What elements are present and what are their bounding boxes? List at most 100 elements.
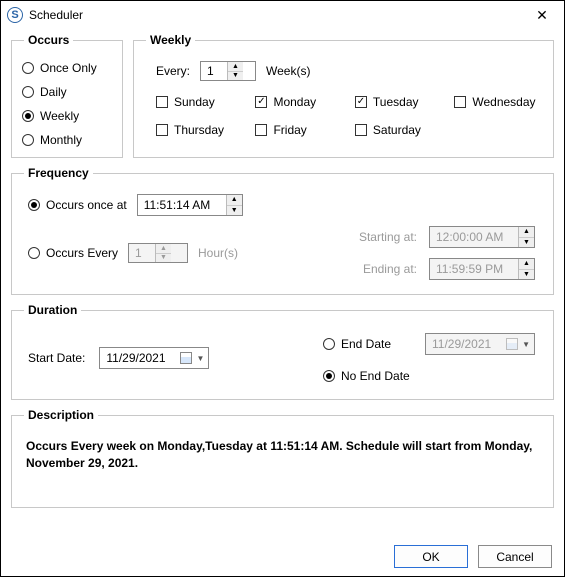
day-wednesday[interactable]: Wednesday xyxy=(454,95,543,109)
end-date-label: End Date xyxy=(341,337,391,351)
occurs-every-value: 1 xyxy=(129,244,155,262)
end-date-option[interactable]: End Date xyxy=(323,337,415,351)
every-weeks-spinner[interactable]: 1 ▲▼ xyxy=(200,61,256,81)
chevron-down-icon: ▼ xyxy=(156,254,171,263)
duration-legend: Duration xyxy=(24,303,81,317)
checkbox-icon xyxy=(156,96,168,108)
spinner-buttons[interactable]: ▲▼ xyxy=(227,62,243,80)
occurs-once-at-label: Occurs once at xyxy=(46,198,127,212)
day-sunday[interactable]: Sunday xyxy=(156,95,243,109)
occurs-daily-label: Daily xyxy=(40,85,67,99)
day-label: Wednesday xyxy=(472,95,535,109)
starting-at-value: 12:00:00 AM xyxy=(430,227,518,247)
occurs-once-time-spinner[interactable]: 11:51:14 AM ▲▼ xyxy=(137,194,243,216)
description-legend: Description xyxy=(24,408,98,422)
day-label: Thursday xyxy=(174,123,224,137)
day-thursday[interactable]: Thursday xyxy=(156,123,243,137)
radio-icon xyxy=(28,247,40,259)
occurs-once-only[interactable]: Once Only xyxy=(22,61,112,75)
start-date-picker[interactable]: 11/29/2021 ▼ xyxy=(99,347,209,369)
description-text: Occurs Every week on Monday,Tuesday at 1… xyxy=(22,432,543,499)
day-label: Monday xyxy=(273,95,316,109)
calendar-icon xyxy=(180,352,192,364)
ok-button[interactable]: OK xyxy=(394,545,468,568)
weekly-legend: Weekly xyxy=(146,33,195,47)
button-bar: OK Cancel xyxy=(394,545,552,568)
frequency-legend: Frequency xyxy=(24,166,93,180)
radio-icon xyxy=(22,86,34,98)
occurs-every-unit: Hour(s) xyxy=(198,246,238,260)
day-label: Sunday xyxy=(174,95,215,109)
frequency-group: Frequency Occurs once at 11:51:14 AM ▲▼ … xyxy=(11,166,554,295)
spinner-buttons: ▲▼ xyxy=(518,259,534,279)
calendar-icon xyxy=(506,338,518,350)
occurs-weekly-label: Weekly xyxy=(40,109,79,123)
occurs-every[interactable]: Occurs Every xyxy=(28,246,118,260)
weekly-group: Weekly Every: 1 ▲▼ Week(s) Sunday Monday… xyxy=(133,33,554,158)
spinner-buttons: ▲▼ xyxy=(518,227,534,247)
title-bar: S Scheduler ✕ xyxy=(1,1,564,27)
start-date-label: Start Date: xyxy=(28,351,85,365)
day-label: Friday xyxy=(273,123,306,137)
chevron-up-icon[interactable]: ▲ xyxy=(228,62,243,72)
radio-icon xyxy=(28,199,40,211)
end-date-value: 11/29/2021 xyxy=(432,337,502,351)
checkbox-icon xyxy=(355,124,367,136)
no-end-date-label: No End Date xyxy=(341,369,410,383)
occurs-every-label: Occurs Every xyxy=(46,246,118,260)
every-label: Every: xyxy=(156,64,190,78)
checkbox-icon xyxy=(255,124,267,136)
weeks-unit-label: Week(s) xyxy=(266,64,310,78)
chevron-down-icon[interactable]: ▼ xyxy=(228,72,243,81)
every-weeks-value: 1 xyxy=(201,62,227,80)
ending-at-value: 11:59:59 PM xyxy=(430,259,518,279)
radio-icon xyxy=(323,370,335,382)
starting-at-spinner: 12:00:00 AM ▲▼ xyxy=(429,226,535,248)
radio-icon xyxy=(22,62,34,74)
occurs-group: Occurs Once Only Daily Weekly Monthly xyxy=(11,33,123,158)
occurs-once-time-value: 11:51:14 AM xyxy=(138,195,226,215)
window-title: Scheduler xyxy=(29,8,83,22)
day-label: Saturday xyxy=(373,123,421,137)
end-date-picker: 11/29/2021 ▼ xyxy=(425,333,535,355)
spinner-buttons[interactable]: ▲▼ xyxy=(226,195,242,215)
chevron-down-icon: ▼ xyxy=(519,270,534,280)
occurs-weekly[interactable]: Weekly xyxy=(22,109,112,123)
cancel-button[interactable]: Cancel xyxy=(478,545,552,568)
radio-icon xyxy=(22,110,34,122)
occurs-once-label: Once Only xyxy=(40,61,97,75)
day-saturday[interactable]: Saturday xyxy=(355,123,442,137)
duration-group: Duration Start Date: 11/29/2021 ▼ End Da… xyxy=(11,303,554,400)
checkbox-icon xyxy=(255,96,267,108)
day-monday[interactable]: Monday xyxy=(255,95,342,109)
occurs-once-at[interactable]: Occurs once at xyxy=(28,198,127,212)
occurs-monthly[interactable]: Monthly xyxy=(22,133,112,147)
chevron-up-icon: ▲ xyxy=(156,244,171,254)
start-date-value: 11/29/2021 xyxy=(106,351,176,365)
ending-at-spinner: 11:59:59 PM ▲▼ xyxy=(429,258,535,280)
description-group: Description Occurs Every week on Monday,… xyxy=(11,408,554,508)
radio-icon xyxy=(22,134,34,146)
close-icon[interactable]: ✕ xyxy=(528,5,556,25)
occurs-monthly-label: Monthly xyxy=(40,133,82,147)
checkbox-icon xyxy=(156,124,168,136)
checkbox-icon xyxy=(454,96,466,108)
ending-at-label: Ending at: xyxy=(359,262,417,276)
starting-at-label: Starting at: xyxy=(359,230,417,244)
chevron-up-icon: ▲ xyxy=(519,227,534,238)
occurs-every-value-spinner: 1 ▲▼ xyxy=(128,243,188,263)
chevron-down-icon: ▼ xyxy=(519,238,534,248)
day-friday[interactable]: Friday xyxy=(255,123,342,137)
chevron-up-icon: ▲ xyxy=(519,259,534,270)
chevron-down-icon[interactable]: ▼ xyxy=(227,206,242,216)
radio-icon xyxy=(323,338,335,350)
spinner-buttons: ▲▼ xyxy=(155,244,171,262)
occurs-legend: Occurs xyxy=(24,33,73,47)
day-tuesday[interactable]: Tuesday xyxy=(355,95,442,109)
chevron-up-icon[interactable]: ▲ xyxy=(227,195,242,206)
checkbox-icon xyxy=(355,96,367,108)
occurs-daily[interactable]: Daily xyxy=(22,85,112,99)
no-end-date-option[interactable]: No End Date xyxy=(323,369,410,383)
chevron-down-icon: ▼ xyxy=(522,340,530,349)
chevron-down-icon: ▼ xyxy=(196,354,204,363)
